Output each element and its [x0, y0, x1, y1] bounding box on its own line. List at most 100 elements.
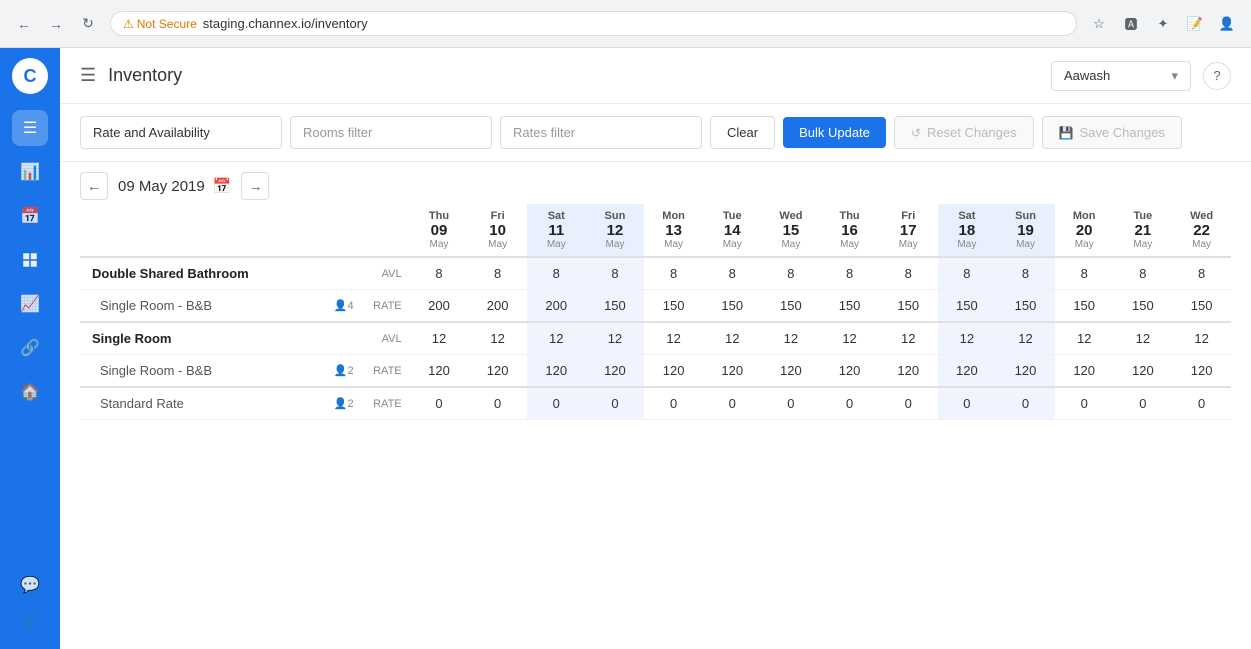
cell-value[interactable]: 12	[1114, 322, 1173, 355]
cell-value[interactable]: 0	[1055, 387, 1114, 420]
cell-value[interactable]: 8	[762, 257, 821, 290]
sidebar-item-analytics[interactable]: 📊	[12, 154, 48, 190]
cell-value[interactable]: 0	[1172, 387, 1231, 420]
cell-value[interactable]: 120	[468, 355, 527, 388]
extension-btn-3[interactable]: 📝	[1181, 10, 1209, 38]
cell-value[interactable]: 0	[527, 387, 586, 420]
bookmark-button[interactable]: ☆	[1085, 10, 1113, 38]
cell-value[interactable]: 120	[586, 355, 645, 388]
cell-value[interactable]: 8	[820, 257, 879, 290]
cell-value[interactable]: 120	[938, 355, 997, 388]
prev-date-button[interactable]: ←	[80, 172, 108, 200]
cell-value[interactable]: 150	[703, 290, 762, 323]
cell-value[interactable]: 0	[820, 387, 879, 420]
cell-value[interactable]: 150	[644, 290, 703, 323]
cell-value[interactable]: 12	[879, 322, 938, 355]
cell-value[interactable]: 12	[762, 322, 821, 355]
cell-value[interactable]: 12	[1172, 322, 1231, 355]
sidebar-item-messages[interactable]: 💬	[12, 567, 48, 603]
rate-availability-filter[interactable]	[80, 116, 282, 149]
cell-value[interactable]: 150	[1172, 290, 1231, 323]
cell-value[interactable]: 0	[586, 387, 645, 420]
cell-value[interactable]: 8	[527, 257, 586, 290]
reload-button[interactable]: ↻	[74, 10, 102, 38]
cell-value[interactable]: 0	[1114, 387, 1173, 420]
cell-value[interactable]: 8	[1114, 257, 1173, 290]
cell-value[interactable]: 8	[586, 257, 645, 290]
sidebar-item-inventory[interactable]	[12, 242, 48, 278]
cell-value[interactable]: 150	[996, 290, 1055, 323]
cell-value[interactable]: 0	[644, 387, 703, 420]
cell-value[interactable]: 12	[996, 322, 1055, 355]
cell-value[interactable]: 150	[820, 290, 879, 323]
cell-value[interactable]: 0	[468, 387, 527, 420]
cell-value[interactable]: 120	[644, 355, 703, 388]
cell-value[interactable]: 8	[644, 257, 703, 290]
cell-value[interactable]: 120	[527, 355, 586, 388]
cell-value[interactable]: 8	[468, 257, 527, 290]
cell-value[interactable]: 150	[938, 290, 997, 323]
cell-value[interactable]: 8	[879, 257, 938, 290]
cell-value[interactable]: 120	[879, 355, 938, 388]
cell-value[interactable]: 200	[410, 290, 469, 323]
cell-value[interactable]: 150	[586, 290, 645, 323]
cell-value[interactable]: 12	[527, 322, 586, 355]
cell-value[interactable]: 12	[644, 322, 703, 355]
extension-btn-1[interactable]: 🅰	[1117, 10, 1145, 38]
profile-button[interactable]: 👤	[1213, 10, 1241, 38]
next-date-button[interactable]: →	[241, 172, 269, 200]
cell-value[interactable]: 8	[703, 257, 762, 290]
cell-value[interactable]: 12	[468, 322, 527, 355]
cell-value[interactable]: 150	[1114, 290, 1173, 323]
cell-value[interactable]: 0	[410, 387, 469, 420]
cell-value[interactable]: 12	[586, 322, 645, 355]
menu-icon[interactable]: ☰	[80, 65, 96, 86]
back-button[interactable]: ←	[10, 10, 38, 38]
forward-button[interactable]: →	[42, 10, 70, 38]
sidebar-item-calendar[interactable]: 📅	[12, 198, 48, 234]
cell-value[interactable]: 12	[820, 322, 879, 355]
sidebar-item-connections[interactable]: 🔗	[12, 330, 48, 366]
cell-value[interactable]: 0	[703, 387, 762, 420]
cell-value[interactable]: 120	[1114, 355, 1173, 388]
clear-button[interactable]: Clear	[710, 116, 775, 149]
cell-value[interactable]: 200	[468, 290, 527, 323]
calendar-icon[interactable]: 📅	[213, 177, 232, 195]
sidebar-item-profile[interactable]: 👤	[12, 603, 48, 639]
cell-value[interactable]: 120	[820, 355, 879, 388]
help-button[interactable]: ?	[1203, 62, 1231, 90]
cell-value[interactable]: 12	[410, 322, 469, 355]
cell-value[interactable]: 0	[879, 387, 938, 420]
cell-value[interactable]: 12	[938, 322, 997, 355]
cell-value[interactable]: 120	[703, 355, 762, 388]
sidebar-item-dashboard[interactable]: ☰	[12, 110, 48, 146]
cell-value[interactable]: 200	[527, 290, 586, 323]
bulk-update-button[interactable]: Bulk Update	[783, 117, 886, 148]
table-row: Single Room - B&B👤2RATE12012012012012012…	[80, 355, 1231, 388]
cell-value[interactable]: 0	[996, 387, 1055, 420]
rooms-filter-input[interactable]	[290, 116, 492, 149]
cell-value[interactable]: 120	[1055, 355, 1114, 388]
sidebar-item-reports[interactable]: 📈	[12, 286, 48, 322]
cell-value[interactable]: 12	[1055, 322, 1114, 355]
cell-value[interactable]: 8	[996, 257, 1055, 290]
property-selector[interactable]: Aawash ▾	[1051, 61, 1191, 91]
sidebar-item-properties[interactable]: 🏠	[12, 374, 48, 410]
cell-value[interactable]: 8	[1055, 257, 1114, 290]
cell-value[interactable]: 120	[762, 355, 821, 388]
cell-value[interactable]: 150	[879, 290, 938, 323]
cell-value[interactable]: 8	[1172, 257, 1231, 290]
cell-value[interactable]: 12	[703, 322, 762, 355]
rates-filter-input[interactable]	[500, 116, 702, 149]
address-bar[interactable]: ⚠ Not Secure staging.channex.io/inventor…	[110, 11, 1077, 36]
cell-value[interactable]: 120	[410, 355, 469, 388]
extension-btn-2[interactable]: ✦	[1149, 10, 1177, 38]
cell-value[interactable]: 8	[938, 257, 997, 290]
cell-value[interactable]: 150	[1055, 290, 1114, 323]
cell-value[interactable]: 8	[410, 257, 469, 290]
cell-value[interactable]: 0	[762, 387, 821, 420]
cell-value[interactable]: 150	[762, 290, 821, 323]
cell-value[interactable]: 0	[938, 387, 997, 420]
cell-value[interactable]: 120	[996, 355, 1055, 388]
cell-value[interactable]: 120	[1172, 355, 1231, 388]
